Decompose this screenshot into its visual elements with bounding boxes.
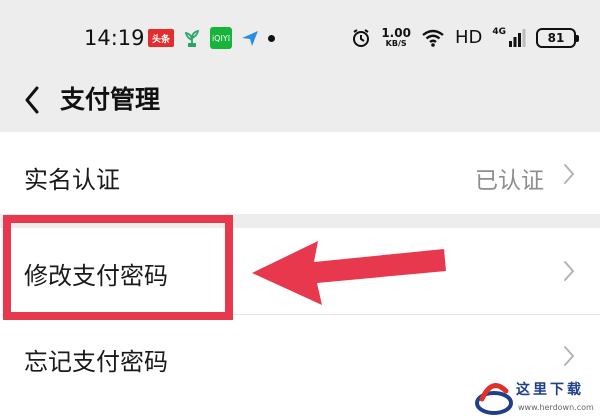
watermark-logo-icon [475, 383, 513, 415]
watermark-name: 这里下载 [516, 382, 584, 398]
watermark-url: www.herdown.com [518, 403, 594, 412]
watermark: 这里下载 www.herdown.com [472, 377, 600, 419]
red-arrow-icon [252, 241, 446, 305]
